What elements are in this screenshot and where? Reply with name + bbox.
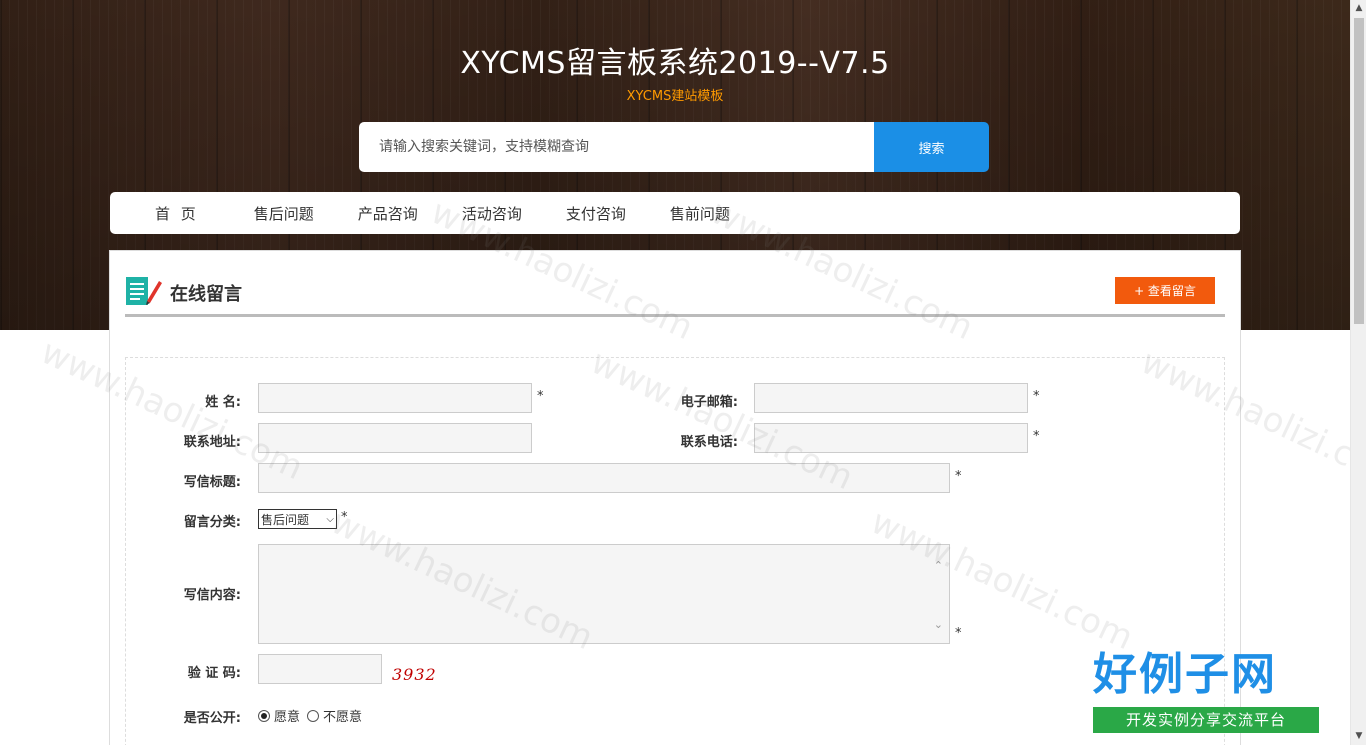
required-mark: * bbox=[955, 626, 962, 641]
scrollbar-thumb[interactable] bbox=[1354, 18, 1364, 324]
message-panel: 在线留言 + 查看留言 姓 名: * 电子邮箱: * 联系地址: 联系电话: *… bbox=[109, 250, 1241, 745]
page: XYCMS留言板系统2019--V7.5 XYCMS建站模板 搜索 首 页 售后… bbox=[0, 0, 1366, 745]
search-input[interactable] bbox=[359, 122, 874, 172]
nav-item-product[interactable]: 产品咨询 bbox=[358, 203, 418, 224]
captcha-field[interactable] bbox=[258, 654, 382, 684]
public-yes-label: 愿意 bbox=[274, 710, 301, 725]
required-mark: * bbox=[1033, 389, 1040, 404]
panel-header: 在线留言 + 查看留言 bbox=[125, 275, 1225, 317]
nav-item-activity[interactable]: 活动咨询 bbox=[462, 203, 522, 224]
chevron-down-icon: ⌵ bbox=[326, 513, 334, 525]
phone-field[interactable] bbox=[754, 423, 1028, 453]
main-nav: 首 页 售后问题 产品咨询 活动咨询 支付咨询 售前问题 bbox=[110, 192, 1240, 234]
nav-item-pre-sales[interactable]: 售前问题 bbox=[670, 203, 730, 224]
required-mark: * bbox=[1033, 429, 1040, 444]
nav-item-after-sales[interactable]: 售后问题 bbox=[254, 203, 314, 224]
category-select[interactable]: 售后问题 ⌵ bbox=[258, 509, 337, 529]
nav-item-payment[interactable]: 支付咨询 bbox=[566, 203, 626, 224]
required-mark: * bbox=[341, 510, 348, 525]
watermark-logo-sub: 开发实例分享交流平台 bbox=[1093, 707, 1319, 733]
content-label: 写信内容: bbox=[183, 588, 241, 603]
content-textarea[interactable]: ⌃ ⌄ bbox=[258, 544, 950, 644]
required-mark: * bbox=[537, 389, 544, 404]
view-messages-button[interactable]: + 查看留言 bbox=[1115, 277, 1215, 304]
required-mark: * bbox=[955, 469, 962, 484]
chevron-up-icon: ⌃ bbox=[933, 559, 943, 572]
address-label: 联系地址: bbox=[183, 435, 241, 450]
address-field[interactable] bbox=[258, 423, 532, 453]
captcha-image[interactable]: 3932 bbox=[392, 665, 437, 684]
message-form: 姓 名: * 电子邮箱: * 联系地址: 联系电话: * 写信标题: * 留言分… bbox=[125, 357, 1225, 745]
scroll-down-arrow-icon[interactable]: ▼ bbox=[1351, 728, 1366, 745]
search-bar: 搜索 bbox=[359, 122, 989, 172]
public-yes-radio[interactable]: 愿意 bbox=[258, 706, 300, 725]
chevron-down-icon: ⌄ bbox=[933, 618, 943, 631]
site-title: XYCMS留言板系统2019--V7.5 bbox=[460, 46, 890, 81]
watermark-logo: 好例子网 开发实例分享交流平台 bbox=[1093, 645, 1323, 737]
email-label: 电子邮箱: bbox=[680, 395, 738, 410]
subject-field[interactable] bbox=[258, 463, 950, 493]
radio-unchecked-icon bbox=[307, 709, 319, 722]
search-button[interactable]: 搜索 bbox=[874, 122, 989, 172]
subject-label: 写信标题: bbox=[183, 475, 241, 490]
name-label: 姓 名: bbox=[205, 395, 241, 410]
email-field[interactable] bbox=[754, 383, 1028, 413]
category-selected-value: 售后问题 bbox=[261, 512, 310, 527]
phone-label: 联系电话: bbox=[680, 435, 738, 450]
name-field[interactable] bbox=[258, 383, 532, 413]
site-subtitle: XYCMS建站模板 bbox=[626, 89, 724, 104]
captcha-label: 验 证 码: bbox=[187, 666, 241, 681]
radio-checked-icon bbox=[258, 709, 270, 722]
panel-title: 在线留言 bbox=[170, 284, 242, 305]
nav-item-home[interactable]: 首 页 bbox=[155, 203, 199, 224]
watermark-logo-main: 好例子网 bbox=[1093, 649, 1277, 700]
notepad-pencil-icon bbox=[126, 277, 162, 305]
page-scrollbar[interactable]: ▲ ▼ bbox=[1350, 0, 1366, 745]
scroll-up-arrow-icon[interactable]: ▲ bbox=[1351, 0, 1366, 17]
public-no-label: 不愿意 bbox=[323, 710, 363, 725]
category-label: 留言分类: bbox=[183, 515, 241, 530]
public-label: 是否公开: bbox=[183, 711, 241, 726]
public-no-radio[interactable]: 不愿意 bbox=[307, 706, 362, 725]
